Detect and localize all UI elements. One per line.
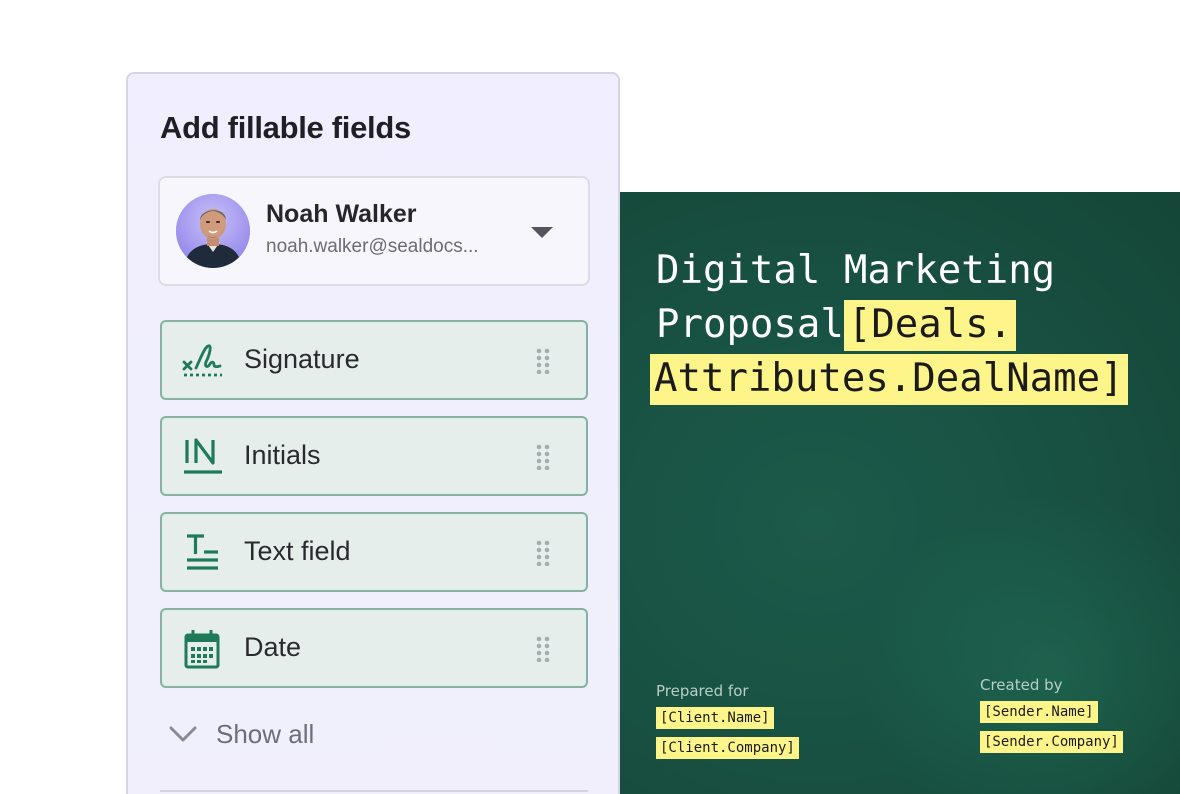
avatar (176, 194, 250, 268)
drag-handle-icon[interactable] (534, 636, 552, 663)
document-title-line-2: Proposal [Deals. (656, 298, 1166, 352)
field-date[interactable]: Date (160, 608, 588, 688)
sender-name-token[interactable]: [Sender.Name] (980, 701, 1098, 723)
client-company-token[interactable]: [Client.Company] (656, 737, 799, 759)
drag-handle-icon[interactable] (534, 444, 552, 471)
signature-icon (182, 340, 224, 382)
document-title-line-3: Attributes.DealName] (650, 352, 1166, 406)
deal-name-token-part-2[interactable]: Attributes.DealName] (650, 354, 1128, 405)
recipient-selector[interactable]: Noah Walker noah.walker@sealdocs... (158, 176, 590, 286)
initials-icon (182, 436, 224, 478)
stage: Digital Marketing Proposal [Deals. Attrib… (0, 0, 1180, 794)
field-label-initials: Initials (244, 440, 321, 470)
chevron-down-icon[interactable] (522, 218, 562, 248)
user-email: noah.walker@sealdocs... (266, 236, 479, 257)
prepared-for-label: Prepared for (656, 682, 749, 700)
document-title-plain: Proposal (656, 302, 844, 347)
divider (160, 790, 588, 792)
fillable-fields-panel: Add fillable fields Noah Walker noah.wal… (126, 72, 620, 794)
sender-company-token[interactable]: [Sender.Company] (980, 731, 1123, 753)
field-label-signature: Signature (244, 344, 360, 374)
document-title-line-1: Digital Marketing (656, 248, 1056, 293)
field-initials[interactable]: Initials (160, 416, 588, 496)
field-text[interactable]: Text field (160, 512, 588, 592)
client-name-token[interactable]: [Client.Name] (656, 707, 774, 729)
field-signature[interactable]: Signature (160, 320, 588, 400)
show-all-label: Show all (216, 718, 315, 749)
text-field-icon (182, 532, 224, 574)
document-title: Digital Marketing Proposal [Deals. Attrib… (650, 244, 1166, 406)
show-all-button[interactable]: Show all (168, 714, 368, 754)
created-by-label: Created by (980, 676, 1063, 694)
field-label-date: Date (244, 632, 302, 662)
document-cover: Digital Marketing Proposal [Deals. Attrib… (620, 192, 1180, 794)
field-label-text: Text field (244, 536, 351, 566)
calendar-icon (182, 628, 224, 670)
avatar-photo (176, 194, 250, 268)
panel-title: Add fillable fields (160, 110, 411, 145)
deal-name-token-part-1[interactable]: [Deals. (843, 300, 1017, 351)
chevron-down-icon (169, 726, 197, 742)
user-name: Noah Walker (266, 200, 417, 228)
drag-handle-icon[interactable] (534, 540, 552, 567)
drag-handle-icon[interactable] (534, 348, 552, 375)
